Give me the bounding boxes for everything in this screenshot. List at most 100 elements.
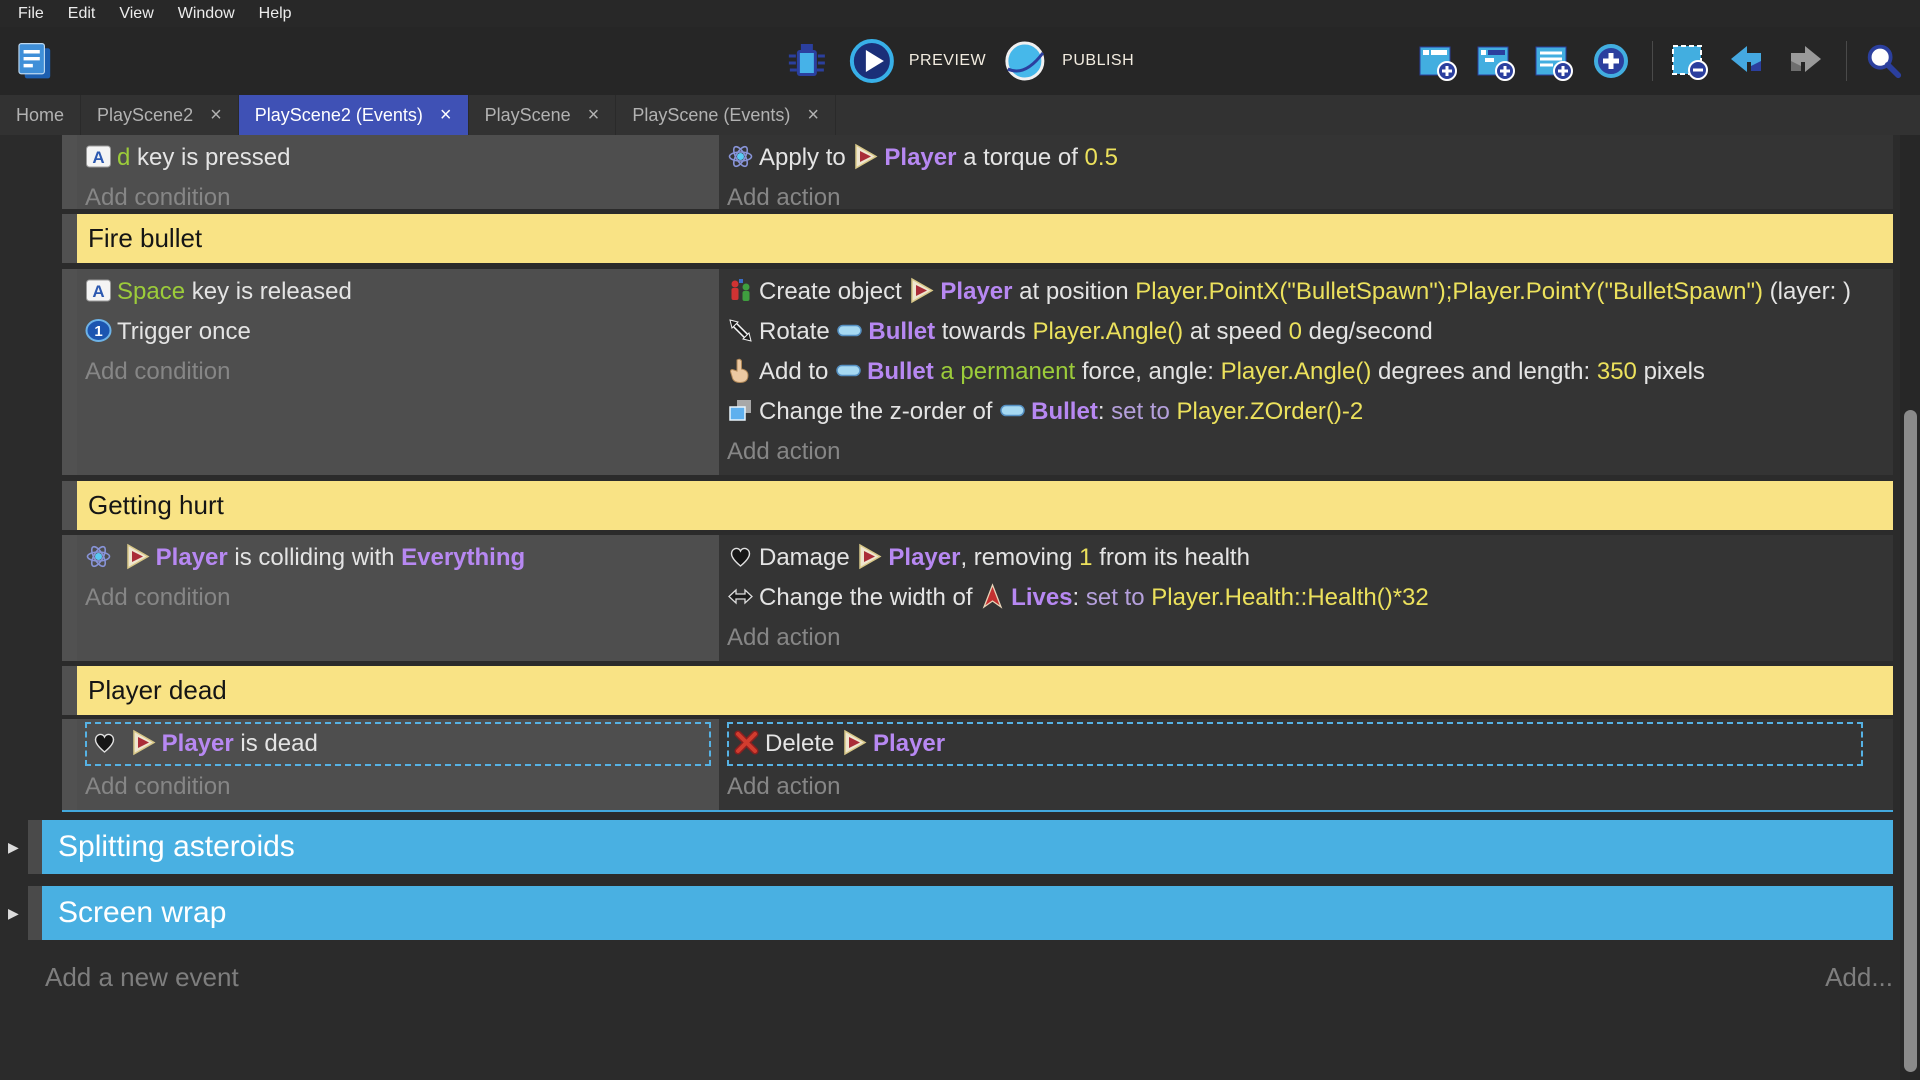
expand-arrow-icon[interactable]: ▶: [8, 905, 19, 922]
drag-handle[interactable]: [28, 886, 42, 940]
keyboard-key-icon: A: [85, 143, 112, 170]
condition-line[interactable]: Player is dead: [91, 724, 705, 764]
app-logo[interactable]: [12, 39, 61, 83]
action-line[interactable]: Rotate Bullet towards Player.Angle() at …: [727, 312, 1863, 352]
drag-handle[interactable]: [62, 269, 77, 475]
close-icon[interactable]: ×: [807, 105, 819, 125]
event-group-splitting-asteroids[interactable]: ▶Splitting asteroids: [28, 820, 1893, 874]
svg-text:A: A: [92, 282, 104, 301]
add-event-button[interactable]: [1417, 41, 1462, 81]
add-new-event-button[interactable]: Add a new event: [45, 962, 239, 993]
preview-icon: [849, 38, 895, 84]
action-line[interactable]: Add to Bullet a permanent force, angle: …: [727, 352, 1863, 392]
add-condition-button[interactable]: Add condition: [85, 352, 711, 392]
condition-line[interactable]: 1Trigger once: [85, 312, 711, 352]
player-ship-icon: [908, 277, 935, 304]
action-line[interactable]: Apply to Player a torque of 0.5: [727, 138, 1863, 178]
action-line[interactable]: Change the width of Lives: set to Player…: [727, 578, 1863, 618]
close-icon[interactable]: ×: [588, 105, 600, 125]
scrollbar-thumb[interactable]: [1904, 410, 1917, 1072]
add-comment-button[interactable]: [1533, 41, 1578, 81]
undo-button[interactable]: [1727, 41, 1772, 81]
condition-line[interactable]: Ad key is pressed: [85, 138, 711, 178]
add-condition-button[interactable]: Add condition: [85, 178, 711, 209]
redo-button[interactable]: [1785, 41, 1830, 81]
condition-line[interactable]: Player is colliding with Everything: [85, 538, 711, 578]
drag-handle[interactable]: [28, 820, 42, 874]
tab-playscene2[interactable]: PlayScene2 ×: [81, 95, 239, 135]
delete-selection-button[interactable]: [1669, 41, 1714, 81]
add-condition-button[interactable]: Add condition: [85, 767, 711, 807]
close-icon[interactable]: ×: [210, 105, 222, 125]
close-icon[interactable]: ×: [440, 105, 452, 125]
actions-cell[interactable]: Delete PlayerAdd action: [719, 719, 1893, 810]
tab-playscene2-events[interactable]: PlayScene2 (Events) ×: [239, 95, 469, 135]
publish-button[interactable]: PUBLISH: [1002, 38, 1134, 84]
event-row[interactable]: Ad key is pressedAdd conditionApply to P…: [62, 135, 1893, 209]
add-subevent-button[interactable]: [1475, 41, 1520, 81]
event-group-player-dead[interactable]: Player dead: [62, 666, 1893, 715]
bullet-icon: [999, 397, 1026, 424]
conditions-cell[interactable]: ASpace key is released1Trigger onceAdd c…: [77, 269, 719, 475]
menu-help[interactable]: Help: [247, 5, 304, 23]
tab-label: PlayScene2: [97, 105, 193, 126]
conditions-cell[interactable]: Player is colliding with EverythingAdd c…: [77, 535, 719, 661]
physics-icon: [85, 543, 112, 570]
action-line[interactable]: Damage Player, removing 1 from its healt…: [727, 538, 1863, 578]
add-condition-button[interactable]: Add condition: [85, 578, 711, 618]
event-row[interactable]: Player is colliding with EverythingAdd c…: [62, 535, 1893, 661]
preview-button[interactable]: PREVIEW: [849, 38, 986, 84]
drag-handle[interactable]: [62, 481, 77, 530]
drag-handle[interactable]: [62, 535, 77, 661]
menu-file[interactable]: File: [6, 5, 56, 23]
publish-label: PUBLISH: [1062, 52, 1134, 70]
drag-handle[interactable]: [62, 214, 77, 263]
add-button[interactable]: [1591, 41, 1636, 81]
actions-cell[interactable]: Damage Player, removing 1 from its healt…: [719, 535, 1893, 661]
tab-home[interactable]: Home: [0, 95, 81, 135]
group-title[interactable]: Splitting asteroids: [42, 820, 1893, 874]
tab-playscene[interactable]: PlayScene×: [469, 95, 617, 135]
event-row[interactable]: Player is deadAdd conditionDelete Player…: [62, 719, 1893, 812]
player-ship-icon: [124, 543, 151, 570]
add-action-button[interactable]: Add action: [727, 178, 1863, 209]
drag-handle[interactable]: [62, 135, 77, 209]
expand-arrow-icon[interactable]: ▶: [8, 839, 19, 856]
menu-view[interactable]: View: [107, 5, 165, 23]
scrollbar-track[interactable]: [1900, 135, 1920, 1080]
group-title[interactable]: Fire bullet: [77, 214, 1893, 263]
group-title[interactable]: Screen wrap: [42, 886, 1893, 940]
conditions-cell[interactable]: Player is deadAdd condition: [77, 719, 719, 810]
add-action-button[interactable]: Add action: [727, 432, 1863, 472]
add-action-button[interactable]: Add action: [727, 767, 1863, 807]
menu-window[interactable]: Window: [166, 5, 247, 23]
debug-button[interactable]: [786, 40, 833, 82]
conditions-cell[interactable]: Ad key is pressedAdd condition: [77, 135, 719, 209]
event-group-screen-wrap[interactable]: ▶Screen wrap: [28, 886, 1893, 940]
add-action-button[interactable]: Add action: [727, 618, 1863, 658]
drag-handle[interactable]: [62, 719, 77, 810]
action-line[interactable]: Delete Player: [733, 724, 1857, 764]
event-row[interactable]: ASpace key is released1Trigger onceAdd c…: [62, 269, 1893, 475]
action-line[interactable]: Create object Player at position Player.…: [727, 272, 1863, 312]
preview-label: PREVIEW: [909, 52, 986, 70]
group-title[interactable]: Getting hurt: [77, 481, 1893, 530]
drag-handle[interactable]: [62, 666, 77, 715]
add-menu-button[interactable]: Add...: [1825, 962, 1893, 993]
action-line[interactable]: Change the z-order of Bullet: set to Pla…: [727, 392, 1863, 432]
events-sheet: Ad key is pressedAdd conditionApply to P…: [0, 135, 1920, 1080]
menu-edit[interactable]: Edit: [56, 5, 108, 23]
toolbar-divider: [1846, 41, 1847, 81]
event-group-getting-hurt[interactable]: Getting hurt: [62, 481, 1893, 530]
gdevelop-window: FileEditViewWindowHelp PREVIEW PUBLISH H…: [0, 0, 1920, 1080]
tab-playscene-events[interactable]: PlayScene (Events)×: [616, 95, 836, 135]
search-button[interactable]: [1863, 41, 1908, 81]
actions-cell[interactable]: Apply to Player a torque of 0.5Add actio…: [719, 135, 1893, 209]
debug-icon: [786, 40, 828, 82]
player-ship-icon: [856, 543, 883, 570]
tab-label: PlayScene2 (Events): [255, 105, 423, 126]
condition-line[interactable]: ASpace key is released: [85, 272, 711, 312]
event-group-fire-bullet[interactable]: Fire bullet: [62, 214, 1893, 263]
actions-cell[interactable]: Create object Player at position Player.…: [719, 269, 1893, 475]
group-title[interactable]: Player dead: [77, 666, 1893, 715]
